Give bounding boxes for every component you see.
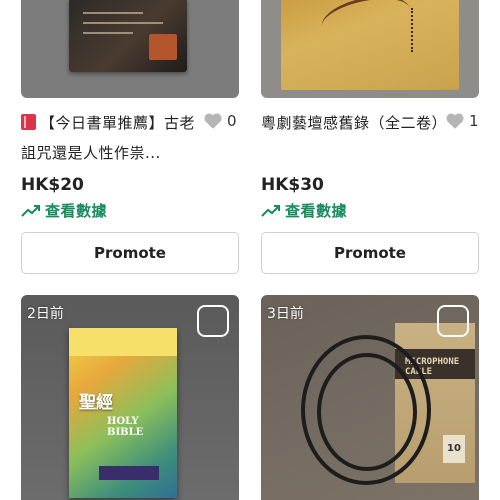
checkbox-icon[interactable] (437, 305, 469, 337)
posted-time-label: 3日前 (267, 306, 304, 322)
trending-up-icon (21, 204, 40, 217)
listing-image[interactable]: MICROPHONE CABLE 10 3日前 (261, 295, 479, 500)
like-count: 1 (469, 112, 479, 130)
posted-time-label: 2日前 (27, 306, 64, 322)
view-stats-label: 查看數據 (285, 202, 348, 220)
checkbox-icon[interactable] (197, 305, 229, 337)
view-stats-link[interactable]: 查看數據 (21, 200, 107, 221)
listing-image[interactable] (261, 0, 479, 98)
listing-price: HK$30 (261, 175, 324, 195)
product-photo (281, 0, 459, 90)
like-count: 0 (227, 112, 237, 130)
trending-up-icon (261, 204, 280, 217)
promote-button[interactable]: Promote (261, 232, 479, 274)
red-book-icon (21, 114, 36, 130)
view-stats-link[interactable]: 查看數據 (261, 200, 347, 221)
like-button[interactable]: 0 (203, 112, 237, 130)
heart-outline-icon (204, 113, 222, 129)
view-stats-label: 查看數據 (45, 202, 108, 220)
listing-image[interactable] (21, 0, 239, 98)
listing-title[interactable]: 【今日書單推薦】古老詛咒還是人性作祟... (21, 108, 206, 168)
product-photo (69, 0, 187, 72)
listing-title[interactable]: 粵劇藝壇感舊錄（全二卷） (261, 108, 447, 138)
listing-image[interactable]: 聖經 HOLY BIBLE 2日前 (21, 295, 239, 500)
cable-coil (317, 353, 417, 471)
listing-price: HK$20 (21, 175, 84, 195)
promote-button[interactable]: Promote (21, 232, 239, 274)
like-button[interactable]: 1 (445, 112, 479, 130)
heart-outline-icon (446, 113, 464, 129)
product-photo: 聖經 HOLY BIBLE (69, 328, 177, 498)
